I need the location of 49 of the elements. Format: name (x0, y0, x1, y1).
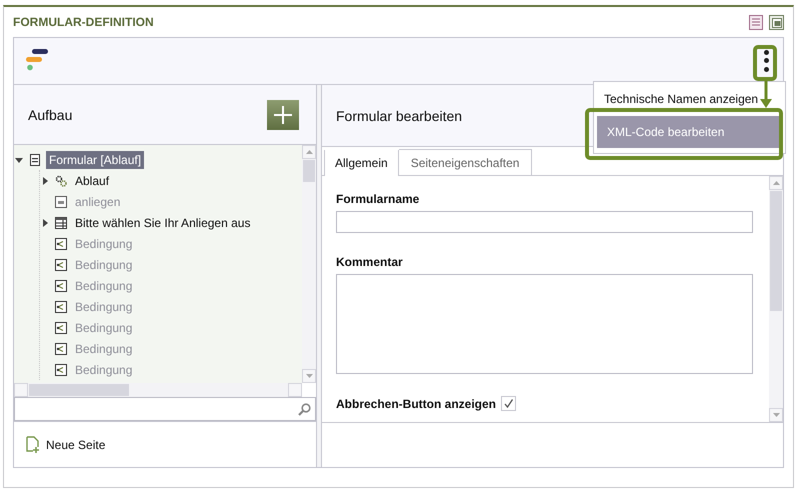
form-icon (29, 154, 41, 166)
branch-icon (55, 342, 67, 354)
comment-field[interactable] (336, 274, 753, 374)
tree-item[interactable]: Ablauf (72, 172, 112, 190)
field-label: Formularname (336, 192, 420, 206)
scroll-up-icon[interactable] (772, 181, 780, 185)
search-field[interactable] (14, 397, 316, 421)
logo-icon (26, 49, 48, 73)
tree-item[interactable]: Formular [Ablauf] (46, 150, 144, 168)
expand-arrow-icon[interactable] (40, 176, 50, 186)
text-field-icon (55, 196, 67, 208)
window-icon[interactable] (769, 14, 784, 30)
branch-icon (55, 300, 67, 312)
new-page-button[interactable]: Neue Seite (26, 436, 106, 453)
scroll-down-icon[interactable] (306, 374, 312, 378)
scroll-thumb[interactable] (303, 160, 315, 182)
scrollbar[interactable] (302, 145, 316, 383)
tab[interactable]: Seiteneigenschaften (398, 149, 532, 175)
panel-heading: Formular bearbeiten (336, 108, 462, 124)
expand-arrow-icon[interactable] (40, 218, 50, 228)
field-label: Abbrechen-Button anzeigen (336, 396, 496, 410)
branch-icon (55, 280, 67, 292)
gears-icon (55, 174, 67, 186)
branch-icon (55, 258, 67, 270)
checkbox[interactable] (501, 396, 516, 411)
page-plus-icon (26, 436, 40, 453)
highlight-frame (753, 45, 777, 81)
tree-item[interactable]: Bitte wählen Sie Ihr Anliegen aus (72, 214, 254, 232)
plus-icon (274, 106, 292, 124)
field-label: Kommentar (336, 255, 404, 269)
scroll-down-icon[interactable] (772, 413, 780, 417)
table-icon (55, 216, 67, 228)
branch-icon (55, 364, 67, 376)
branch-icon (55, 322, 67, 334)
document-icon[interactable] (749, 14, 763, 30)
panel-title: FORMULAR-DEFINITION (13, 15, 155, 29)
menu-item[interactable]: XML-Code bearbeiten (597, 116, 782, 148)
panel-heading: Aufbau (28, 106, 72, 122)
add-button[interactable] (267, 100, 299, 130)
tab[interactable]: Allgemein (324, 150, 399, 176)
branch-icon (55, 238, 67, 250)
search-icon (298, 402, 311, 416)
scrollbar[interactable] (14, 383, 302, 397)
input-field[interactable] (336, 211, 753, 233)
scrollbar[interactable] (769, 176, 783, 422)
scroll-up-icon[interactable] (306, 150, 312, 154)
scroll-thumb[interactable] (770, 191, 782, 311)
callout-arrow (759, 79, 773, 109)
scroll-thumb[interactable] (29, 384, 129, 396)
